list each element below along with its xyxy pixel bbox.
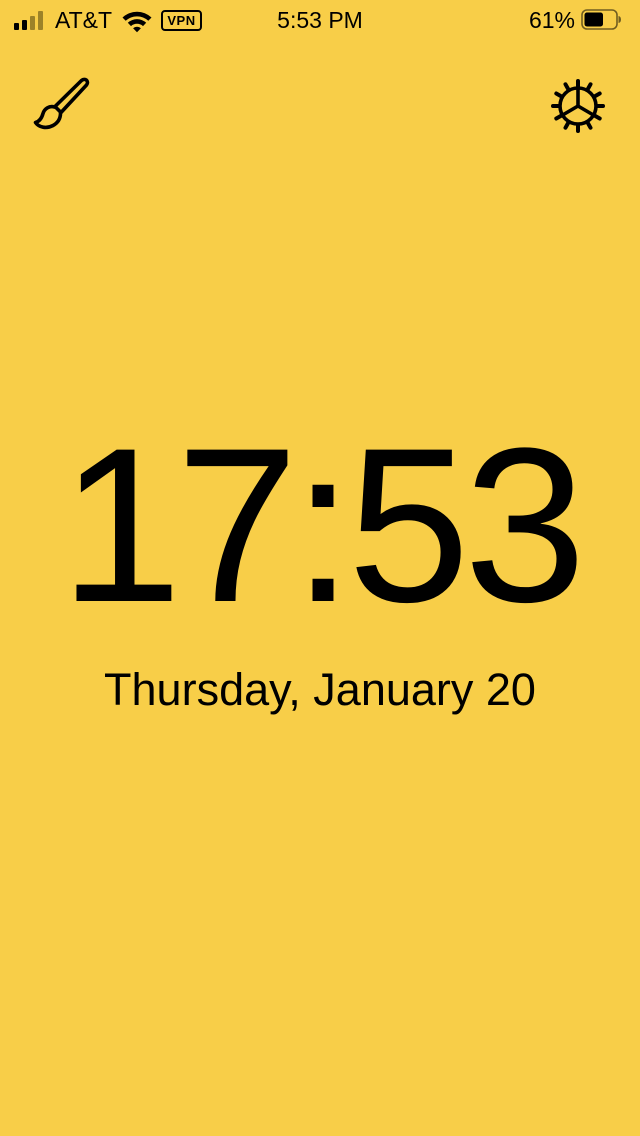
clock-date: Thursday, January 20 <box>104 664 536 715</box>
gear-icon[interactable] <box>550 78 606 134</box>
status-bar: AT&T VPN 5:53 PM 61% <box>0 0 640 40</box>
paintbrush-icon[interactable] <box>30 76 92 134</box>
battery-percentage: 61% <box>528 7 575 33</box>
clock-time: 17:53 <box>59 402 587 648</box>
battery-icon <box>581 9 621 30</box>
